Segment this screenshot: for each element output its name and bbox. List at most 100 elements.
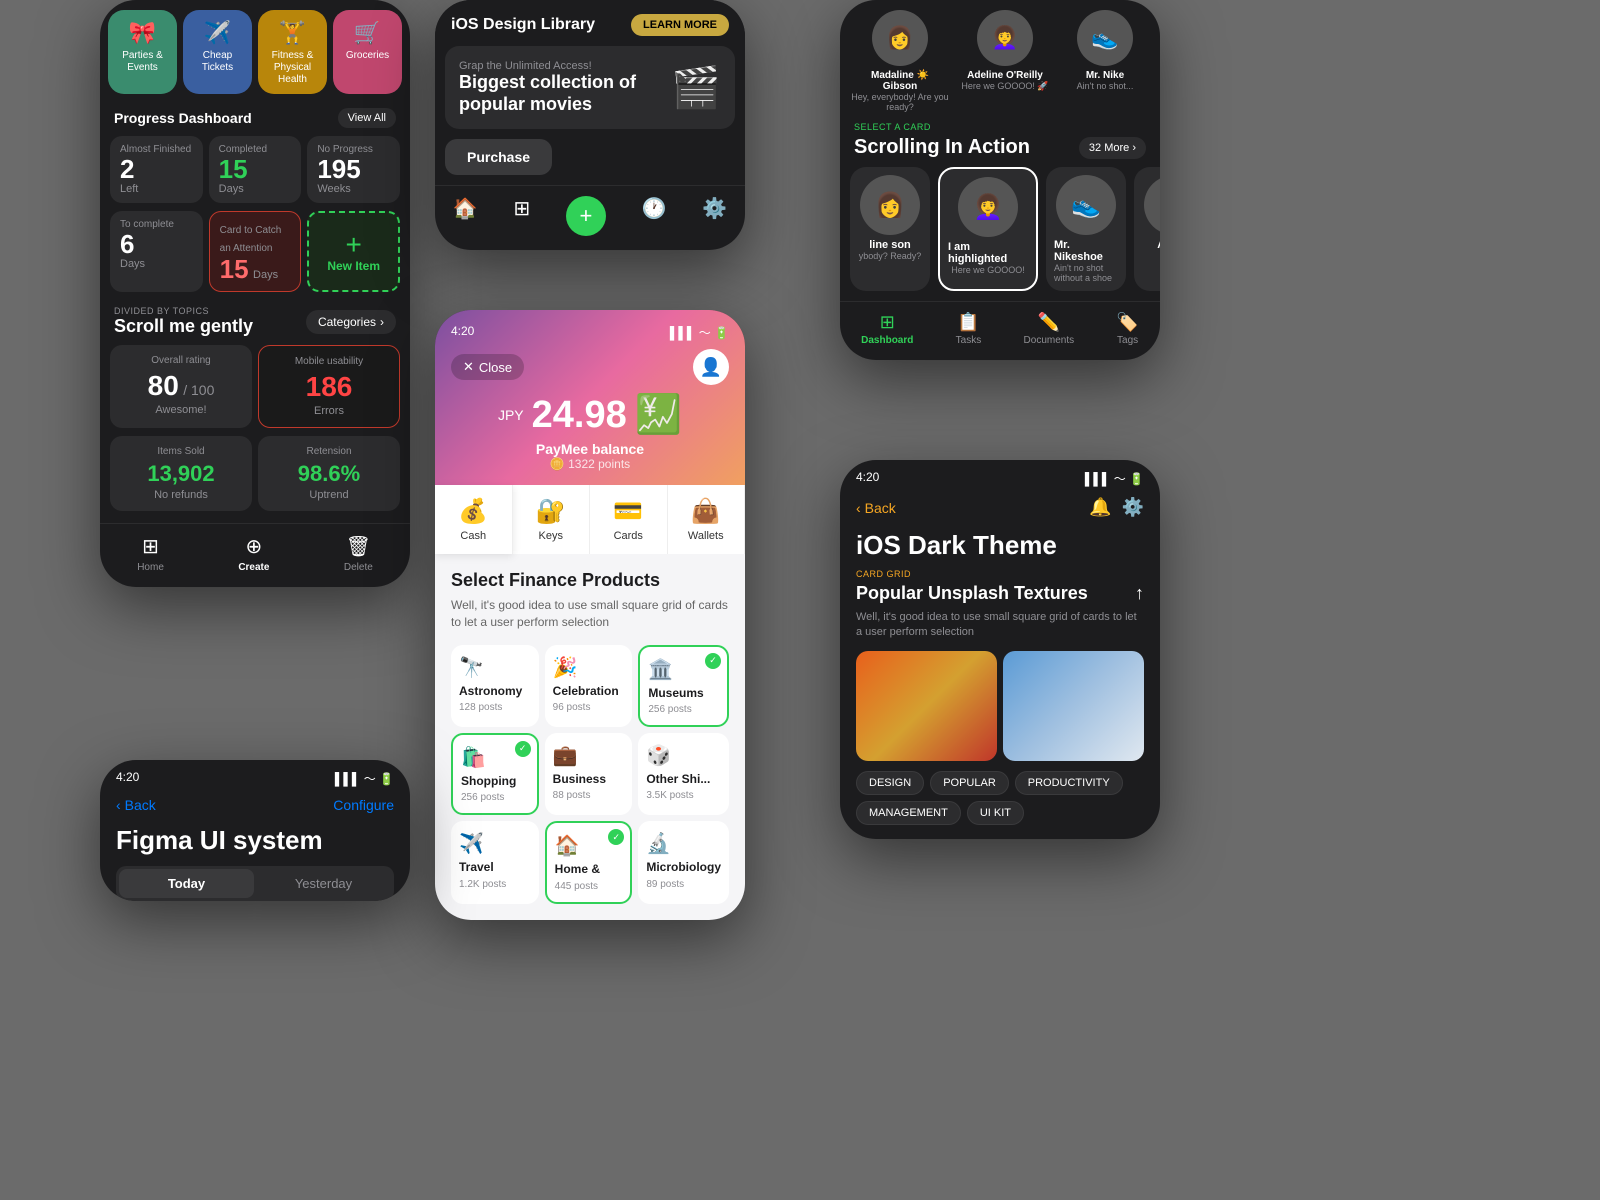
card-grid-label: CARD GRID <box>840 569 1160 581</box>
tag-productivity[interactable]: PRODUCTIVITY <box>1015 771 1123 795</box>
hl-avatar-2: 👩 <box>1144 175 1160 235</box>
card-catch-cell: Card to Catch an Attention 15 Days <box>209 211 302 292</box>
card-catch-label: Card to Catch an Attention <box>220 225 282 254</box>
hl-card-2[interactable]: 👩 Adelin Here <box>1134 167 1160 291</box>
hl-card-featured[interactable]: 👩‍🦱 I am highlighted Here we GOOOO! <box>938 167 1038 291</box>
more-button[interactable]: 32 More › <box>1079 137 1146 159</box>
madaline-msg: Hey, everybody! Are you ready? <box>850 92 950 112</box>
scrolling-action-card: 👩 Madaline ☀️Gibson Hey, everybody! Are … <box>840 0 1160 360</box>
figma-back-chevron-icon: ‹ <box>116 797 121 813</box>
bell-button[interactable]: 🔔 <box>1089 497 1111 518</box>
tab-cash[interactable]: 💰 Cash <box>435 485 513 554</box>
tab-delete-label: Delete <box>344 562 373 573</box>
divider-section: DIVIDED BY TOPICS Scroll me gently Categ… <box>100 298 410 341</box>
settings-button[interactable]: ⚙️ <box>1122 497 1144 518</box>
currency-emoji: 💹 <box>635 393 682 437</box>
sales-grid: Items Sold 13,902 No refunds Retension 9… <box>100 432 410 519</box>
nav-tasks[interactable]: 📋 Tasks <box>956 312 982 346</box>
app-icon-fitness[interactable]: 🏋️ Fitness & Physical Health <box>258 10 327 94</box>
fitness-emoji: 🏋️ <box>279 20 306 46</box>
tab-create[interactable]: ⊕ Create <box>238 534 269 573</box>
tab-delete[interactable]: 🗑 Delete <box>344 534 373 573</box>
more-count: 32 More <box>1089 142 1129 154</box>
tab-cards[interactable]: 💳 Cards <box>590 485 668 554</box>
keys-icon: 🔐 <box>536 497 566 526</box>
fin-item-business[interactable]: 💼 Business 88 posts <box>545 733 633 815</box>
tag-design[interactable]: DESIGN <box>856 771 924 795</box>
new-item-cell[interactable]: + New Item <box>307 211 400 292</box>
tab-keys[interactable]: 🔐 Keys <box>513 485 591 554</box>
fin-item-shopping[interactable]: 🛍️ Shopping 256 posts ✓ <box>451 733 539 815</box>
nav-dashboard[interactable]: ⊞ Dashboard <box>861 312 913 346</box>
nav-history-item[interactable]: 🕐 <box>642 196 667 236</box>
fin-item-microbiology[interactable]: 🔬 Microbiology 89 posts <box>638 821 729 903</box>
completed-unit: Days <box>219 183 292 195</box>
tab-home[interactable]: ⊞ Home <box>137 534 164 573</box>
app-icon-parties[interactable]: 🎀 Parties & Events <box>108 10 177 94</box>
tab-yesterday[interactable]: Yesterday <box>256 869 391 898</box>
wallets-label: Wallets <box>688 530 724 542</box>
nav-add-button[interactable]: + <box>566 196 606 236</box>
nav-settings-item[interactable]: ⚙️ <box>702 196 727 236</box>
app-icon-groceries[interactable]: 🛒 Groceries <box>333 10 402 94</box>
nike-name: Mr. Nike <box>1086 70 1124 81</box>
nav-tags[interactable]: 🏷️ Tags <box>1116 312 1138 346</box>
keys-label: Keys <box>539 530 563 542</box>
categories-button[interactable]: Categories › <box>306 310 396 334</box>
delete-icon: 🗑 <box>346 534 371 559</box>
hl-card-1[interactable]: 👟 Mr. Nikeshoe Ain't no shot without a s… <box>1046 167 1126 291</box>
card-catch-value: 15 <box>220 254 249 284</box>
hl-avatar-featured: 👩‍🦱 <box>958 177 1018 237</box>
fin-item-astronomy[interactable]: 🔭 Astronomy 128 posts <box>451 645 539 727</box>
parties-label: Parties & Events <box>114 50 171 74</box>
mobile-value: 186 <box>269 371 389 403</box>
paymee-balance-label: PayMee balance <box>451 441 729 457</box>
configure-button[interactable]: Configure <box>333 797 394 813</box>
dashboard-icon: ⊞ <box>880 312 895 333</box>
profile-chip-madaline[interactable]: 👩 Madaline ☀️Gibson Hey, everybody! Are … <box>850 10 950 112</box>
view-all-button[interactable]: View All <box>338 108 396 128</box>
almost-finished-unit: Left <box>120 183 193 195</box>
tag-ui-kit[interactable]: UI KIT <box>967 801 1024 825</box>
overall-value-row: 80 / 100 <box>120 370 242 402</box>
nav-home-item[interactable]: 🏠 <box>453 196 478 236</box>
tab-wallets[interactable]: 👜 Wallets <box>668 485 746 554</box>
share-button[interactable]: ↑ <box>1135 583 1144 604</box>
close-button[interactable]: ✕ Close <box>451 354 524 380</box>
popular-title-row: Popular Unsplash Textures ↑ <box>840 581 1160 610</box>
stats-row-1: Almost Finished 2 Left Completed 15 Days… <box>100 132 410 207</box>
tab-today[interactable]: Today <box>119 869 254 898</box>
tag-popular[interactable]: POPULAR <box>930 771 1009 795</box>
fin-item-other[interactable]: 🎲 Other Shi... 3.5K posts <box>638 733 729 815</box>
tag-management[interactable]: MANAGEMENT <box>856 801 961 825</box>
fin-item-travel[interactable]: ✈️ Travel 1.2K posts <box>451 821 539 903</box>
select-finance-section: Select Finance Products Well, it's good … <box>435 554 745 920</box>
nav-grid-item[interactable]: ⊞ <box>513 196 530 236</box>
hl-name-featured: I am highlighted <box>948 241 1028 265</box>
fin-item-celebration[interactable]: 🎉 Celebration 96 posts <box>545 645 633 727</box>
profile-chip-nike[interactable]: 👟 Mr. Nike Ain't no shot... <box>1060 10 1150 112</box>
learn-more-button[interactable]: LEARN MORE <box>631 14 729 36</box>
design-title: iOS Design Library <box>451 16 595 34</box>
app-icon-tickets[interactable]: ✈️ Cheap Tickets <box>183 10 252 94</box>
categories-label: Categories <box>318 315 376 329</box>
finance-grid: 🔭 Astronomy 128 posts 🎉 Celebration 96 p… <box>451 645 729 904</box>
madaline-name: Madaline ☀️Gibson <box>871 70 929 92</box>
fin-item-museums[interactable]: 🏛️ Museums 256 posts ✓ <box>638 645 729 727</box>
app-icons-row: 🎀 Parties & Events ✈️ Cheap Tickets 🏋️ F… <box>100 0 410 102</box>
design-promo-block: Grap the Unlimited Access! Biggest colle… <box>445 46 735 129</box>
progress-title: Progress Dashboard <box>114 110 252 126</box>
divided-by-topics-label: DIVIDED BY TOPICS <box>114 306 253 316</box>
nav-documents[interactable]: ✏️ Documents <box>1024 312 1075 346</box>
hl-card-0[interactable]: 👩 line son ybody? Ready? <box>850 167 930 291</box>
items-label: Items Sold <box>120 446 242 457</box>
fin-item-home[interactable]: 🏠 Home & 445 posts ✓ <box>545 821 633 903</box>
nav-history-icon: 🕐 <box>642 196 667 221</box>
profile-chip-adeline[interactable]: 👩‍🦱 Adeline O'Reilly Here we GOOOO! 🚀 <box>960 10 1050 112</box>
figma-back-button[interactable]: ‹ Back <box>116 797 156 813</box>
items-value: 13,902 <box>120 461 242 487</box>
purchase-button[interactable]: Purchase <box>445 139 552 175</box>
nike-msg: Ain't no shot... <box>1077 81 1134 91</box>
dark-back-button[interactable]: ‹ Back <box>856 500 896 516</box>
texture-fire <box>856 651 997 761</box>
